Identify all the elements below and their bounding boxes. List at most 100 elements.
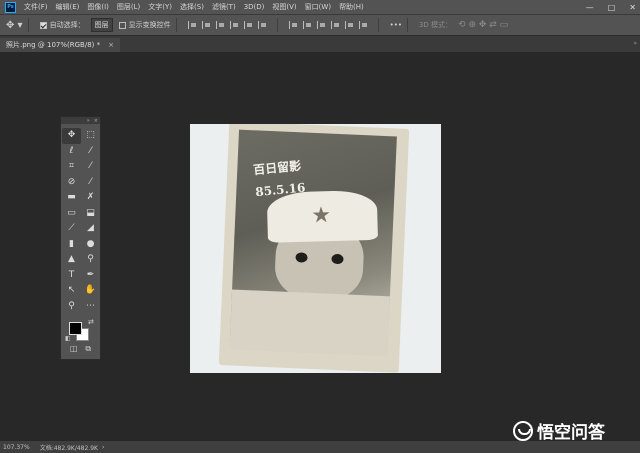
- divider: [27, 18, 29, 32]
- divider: [406, 18, 408, 32]
- eyedropper-tool-icon[interactable]: ⁄: [81, 159, 100, 175]
- 3d-mode-label: 3D 模式：: [418, 21, 453, 29]
- wukong-watermark: 悟空问答: [513, 418, 605, 443]
- close-panel-icon[interactable]: ×: [94, 118, 98, 124]
- dodge-tool-icon[interactable]: ◢: [81, 221, 100, 237]
- collapse-panel-icon[interactable]: »: [87, 118, 90, 124]
- marquee-tool-icon[interactable]: ⬚: [81, 128, 100, 144]
- distribute-top-icon[interactable]: [288, 21, 297, 29]
- clone-stamp-tool-icon[interactable]: ▬: [62, 190, 81, 206]
- menu-filter[interactable]: 滤镜(T): [208, 2, 240, 12]
- quick-mask-icon[interactable]: ◫: [70, 344, 78, 354]
- swap-colors-icon[interactable]: ⇄: [88, 318, 94, 326]
- path-select-tool-icon[interactable]: ↖: [62, 283, 81, 299]
- divider: [276, 18, 278, 32]
- foreground-color-swatch[interactable]: [69, 322, 82, 335]
- auto-select-label: 自动选择：: [49, 21, 85, 29]
- tools-panel: » × ✥ ⬚ ℓ ⁄ ⌗ ⁄ ⊘ ⁄ ▬ ✗ ▭ ⬓ ⟋ ◢ ▮ ● ▲ ⚲ T ✒ ↖ ✋ ⚲ ⋯ ⇄ ◧ ◫ ⧉: [60, 116, 101, 360]
- star-badge-icon: ★: [311, 203, 332, 229]
- eraser-tool-icon[interactable]: ▭: [62, 206, 81, 222]
- document-image[interactable]: 百日留影 85.5.16 ★: [190, 124, 441, 373]
- auto-select-check-icon[interactable]: [39, 21, 47, 29]
- tools-panel-header[interactable]: » ×: [61, 117, 100, 124]
- more-options-button[interactable]: •••: [390, 21, 402, 29]
- healing-brush-tool-icon[interactable]: ⊘: [62, 175, 81, 191]
- show-transform-controls-checkbox[interactable]: 显示变换控件: [118, 20, 171, 30]
- menu-edit[interactable]: 编辑(E): [52, 2, 84, 12]
- pen-tool-icon[interactable]: ✒: [81, 268, 100, 284]
- menu-layer[interactable]: 图层(L): [113, 2, 144, 12]
- auto-select-target-dropdown[interactable]: 图层: [90, 18, 113, 32]
- tool-grid: ✥ ⬚ ℓ ⁄ ⌗ ⁄ ⊘ ⁄ ▬ ✗ ▭ ⬓ ⟋ ◢ ▮ ● ▲ ⚲ T ✒ ↖ ✋ ⚲ ⋯: [61, 124, 100, 314]
- zoom-search-tool-icon[interactable]: ⚲: [81, 252, 100, 268]
- show-transform-label: 显示变换控件: [128, 21, 171, 29]
- wukong-logo-icon: [513, 420, 533, 441]
- menu-bar: Ps 文件(F) 编辑(E) 图像(I) 图层(L) 文字(Y) 选择(S) 滤…: [0, 0, 640, 14]
- align-center-icon[interactable]: [201, 21, 210, 29]
- mode-buttons: ◫ ⧉: [61, 344, 100, 354]
- zoom-tool-icon[interactable]: ⚲: [62, 299, 81, 315]
- divider: [175, 18, 177, 32]
- photoshop-logo-icon[interactable]: Ps: [5, 1, 16, 13]
- type-tool-icon[interactable]: T: [62, 268, 81, 284]
- distribute-buttons: [288, 21, 373, 29]
- menu-view[interactable]: 视图(V): [268, 2, 300, 12]
- zoom-level[interactable]: 107.37%: [3, 444, 30, 451]
- status-expand-icon[interactable]: ›: [102, 444, 104, 451]
- distribute-hcenter-icon[interactable]: [344, 21, 353, 29]
- menu-3d[interactable]: 3D(D): [240, 3, 269, 11]
- tab-overflow-icon[interactable]: »: [633, 40, 637, 47]
- lasso-tool-icon[interactable]: ℓ: [62, 144, 81, 160]
- hand-tool-icon[interactable]: ✋: [81, 283, 100, 299]
- crop-tool-icon[interactable]: ⌗: [62, 159, 81, 175]
- baby-clothes: [229, 289, 390, 357]
- distribute-vcenter-icon[interactable]: [302, 21, 311, 29]
- auto-select-checkbox[interactable]: 自动选择：: [39, 20, 85, 30]
- options-bar: ✥ ▾ 自动选择： 图层 显示变换控件 ••• 3D 模式： ⟲ ⊕ ✥ ⇄ ▭: [0, 14, 640, 36]
- align-buttons: [187, 21, 272, 29]
- document-tab-bar: 照片.png @ 107%(RGB/8) * × »: [0, 36, 640, 52]
- align-bottom-icon[interactable]: [257, 21, 266, 29]
- blur-tool-icon[interactable]: ⟋: [62, 221, 81, 237]
- window-controls: — □ ✕: [586, 0, 636, 14]
- document-tab[interactable]: 照片.png @ 107%(RGB/8) * ×: [0, 38, 120, 52]
- photo-emulsion: 百日留影 85.5.16 ★: [229, 129, 397, 357]
- distribute-left-icon[interactable]: [330, 21, 339, 29]
- triangle-tool-icon[interactable]: ▲: [62, 252, 81, 268]
- more-tools-icon[interactable]: ⋯: [81, 299, 100, 315]
- old-photo-print: 百日留影 85.5.16 ★: [218, 124, 410, 373]
- align-middle-icon[interactable]: [243, 21, 252, 29]
- menu-help[interactable]: 帮助(H): [335, 2, 368, 12]
- menu-select[interactable]: 选择(S): [176, 2, 208, 12]
- divider: [377, 18, 379, 32]
- align-right-icon[interactable]: [215, 21, 224, 29]
- quick-select-tool-icon[interactable]: ⁄: [81, 144, 100, 160]
- menu-file[interactable]: 文件(F): [20, 2, 52, 12]
- default-colors-icon[interactable]: ◧: [65, 335, 71, 342]
- 3d-orbit-icon[interactable]: ⟲ ⊕ ✥ ⇄ ▭: [458, 20, 508, 30]
- align-top-icon[interactable]: [229, 21, 238, 29]
- distribute-bottom-icon[interactable]: [316, 21, 325, 29]
- move-tool-preset-icon[interactable]: ✥ ▾: [6, 20, 23, 31]
- drop-tool-icon[interactable]: ●: [81, 237, 100, 253]
- watermark-text: 悟空问答: [537, 423, 605, 443]
- screen-mode-icon[interactable]: ⧉: [85, 344, 91, 354]
- document-size: 文档:482.9K/482.9K: [39, 444, 98, 452]
- close-tab-icon[interactable]: ×: [108, 41, 114, 49]
- color-swatches: ⇄ ◧: [61, 318, 100, 344]
- gradient-tool-icon[interactable]: ▮: [62, 237, 81, 253]
- history-brush-tool-icon[interactable]: ✗: [81, 190, 100, 206]
- minimize-button[interactable]: —: [586, 3, 594, 12]
- paint-bucket-tool-icon[interactable]: ⬓: [81, 206, 100, 222]
- menu-window[interactable]: 窗口(W): [301, 2, 335, 12]
- distribute-right-icon[interactable]: [358, 21, 367, 29]
- maximize-button[interactable]: □: [608, 3, 616, 12]
- menu-type[interactable]: 文字(Y): [144, 2, 176, 12]
- close-window-button[interactable]: ✕: [629, 3, 636, 12]
- move-tool-icon[interactable]: ✥: [62, 128, 81, 144]
- brush-tool-icon[interactable]: ⁄: [81, 175, 100, 191]
- show-transform-check-icon[interactable]: [118, 21, 126, 29]
- document-tab-title: 照片.png @ 107%(RGB/8) *: [6, 41, 101, 49]
- menu-image[interactable]: 图像(I): [83, 2, 113, 12]
- align-left-icon[interactable]: [187, 21, 196, 29]
